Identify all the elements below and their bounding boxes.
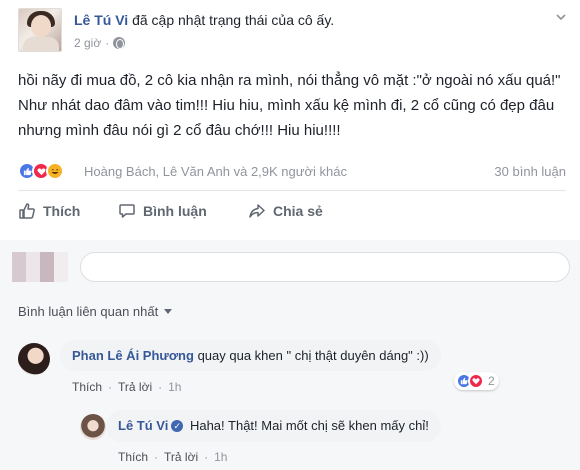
reply-bubble: Lê Tú Vi ✓ Haha! Thật! Mai mốt chị sẽ khe… — [106, 410, 441, 442]
share-icon — [249, 204, 265, 218]
comment-composer — [0, 242, 580, 292]
separator-dot: · — [154, 450, 159, 464]
replier-name[interactable]: Lê Tú Vi — [118, 418, 168, 433]
replier-avatar[interactable] — [80, 414, 106, 440]
comment-reply-link[interactable]: Trả lời — [118, 380, 152, 394]
post-time[interactable]: 2 giờ — [74, 36, 101, 50]
love-icon — [468, 373, 484, 389]
comment-sort-dropdown[interactable]: Bình luận liên quan nhất — [18, 304, 173, 319]
share-button-label: Chia sẻ — [273, 203, 323, 219]
comment-like-link[interactable]: Thích — [72, 380, 102, 394]
comment-button[interactable]: Bình luận — [118, 202, 207, 220]
globe-icon — [113, 37, 126, 49]
comment-button-label: Bình luận — [143, 203, 207, 219]
comment-reaction-count: 2 — [488, 374, 495, 388]
reply-actions: Thích · Trả lời · 1h — [118, 450, 227, 464]
comment-input[interactable] — [80, 252, 570, 282]
composer-avatar-pixelated — [12, 252, 68, 282]
reply-text: Haha! Thật! Mai mốt chị sẽ khen mấy chỉ! — [189, 418, 429, 433]
separator-dot: · — [158, 380, 163, 394]
reply-time[interactable]: 1h — [214, 450, 227, 464]
reactors-text[interactable]: Hoàng Bách, Lê Văn Anh và 2,9K người khá… — [84, 164, 347, 179]
haha-icon — [46, 162, 64, 180]
commenter-avatar[interactable] — [18, 343, 50, 375]
comment-reactions[interactable]: 2 — [454, 372, 499, 390]
comment-count[interactable]: 30 bình luận — [494, 164, 566, 179]
comment-sort-label: Bình luận liên quan nhất — [18, 304, 159, 319]
separator-dot: · — [105, 36, 110, 50]
separator-dot: · — [108, 380, 113, 394]
author-action: đã cập nhật trạng thái của cô ấy. — [132, 12, 335, 28]
post-meta: 2 giờ · — [74, 36, 126, 50]
like-button-label: Thích — [43, 203, 81, 219]
comment-bubble: Phan Lê Ái Phương quay qua khen " chị th… — [60, 340, 441, 371]
like-button[interactable]: Thích — [18, 202, 80, 220]
post-text: hồi nãy đi mua đồ, 2 cô kia nhận ra mình… — [18, 72, 561, 139]
share-button[interactable]: Chia sẻ — [248, 202, 323, 220]
caret-down-icon — [164, 309, 173, 314]
author-line: Lê Tú Vi đã cập nhật trạng thái của cô ấ… — [74, 12, 334, 28]
author-name[interactable]: Lê Tú Vi — [74, 12, 128, 28]
comment-item: Phan Lê Ái Phương quay qua khen " chị th… — [18, 340, 566, 400]
author-avatar[interactable] — [18, 8, 62, 52]
commenter-name[interactable]: Phan Lê Ái Phương — [72, 348, 194, 363]
divider — [18, 190, 566, 191]
reactions-bar: Hoàng Bách, Lê Văn Anh và 2,9K người khá… — [18, 158, 566, 186]
comment-text: quay qua khen " chị thật duyên dáng" :)) — [197, 348, 429, 363]
post-header: Lê Tú Vi đã cập nhật trạng thái của cô ấ… — [0, 0, 580, 62]
chevron-down-icon[interactable] — [556, 12, 566, 22]
reply-like-link[interactable]: Thích — [118, 450, 148, 464]
comment-time[interactable]: 1h — [168, 380, 181, 394]
post-actions: Thích Bình luận Chia sẻ — [18, 198, 566, 230]
verified-badge-icon: ✓ — [171, 419, 184, 432]
reply-item: Lê Tú Vi ✓ Haha! Thật! Mai mốt chị sẽ khe… — [80, 410, 566, 468]
reply-reply-link[interactable]: Trả lời — [164, 450, 198, 464]
reaction-icons[interactable] — [18, 162, 64, 180]
comment-actions: Thích · Trả lời · 1h — [72, 380, 181, 394]
thumbs-up-icon — [19, 203, 35, 219]
comment-icon — [119, 204, 135, 218]
separator-dot: · — [204, 450, 209, 464]
